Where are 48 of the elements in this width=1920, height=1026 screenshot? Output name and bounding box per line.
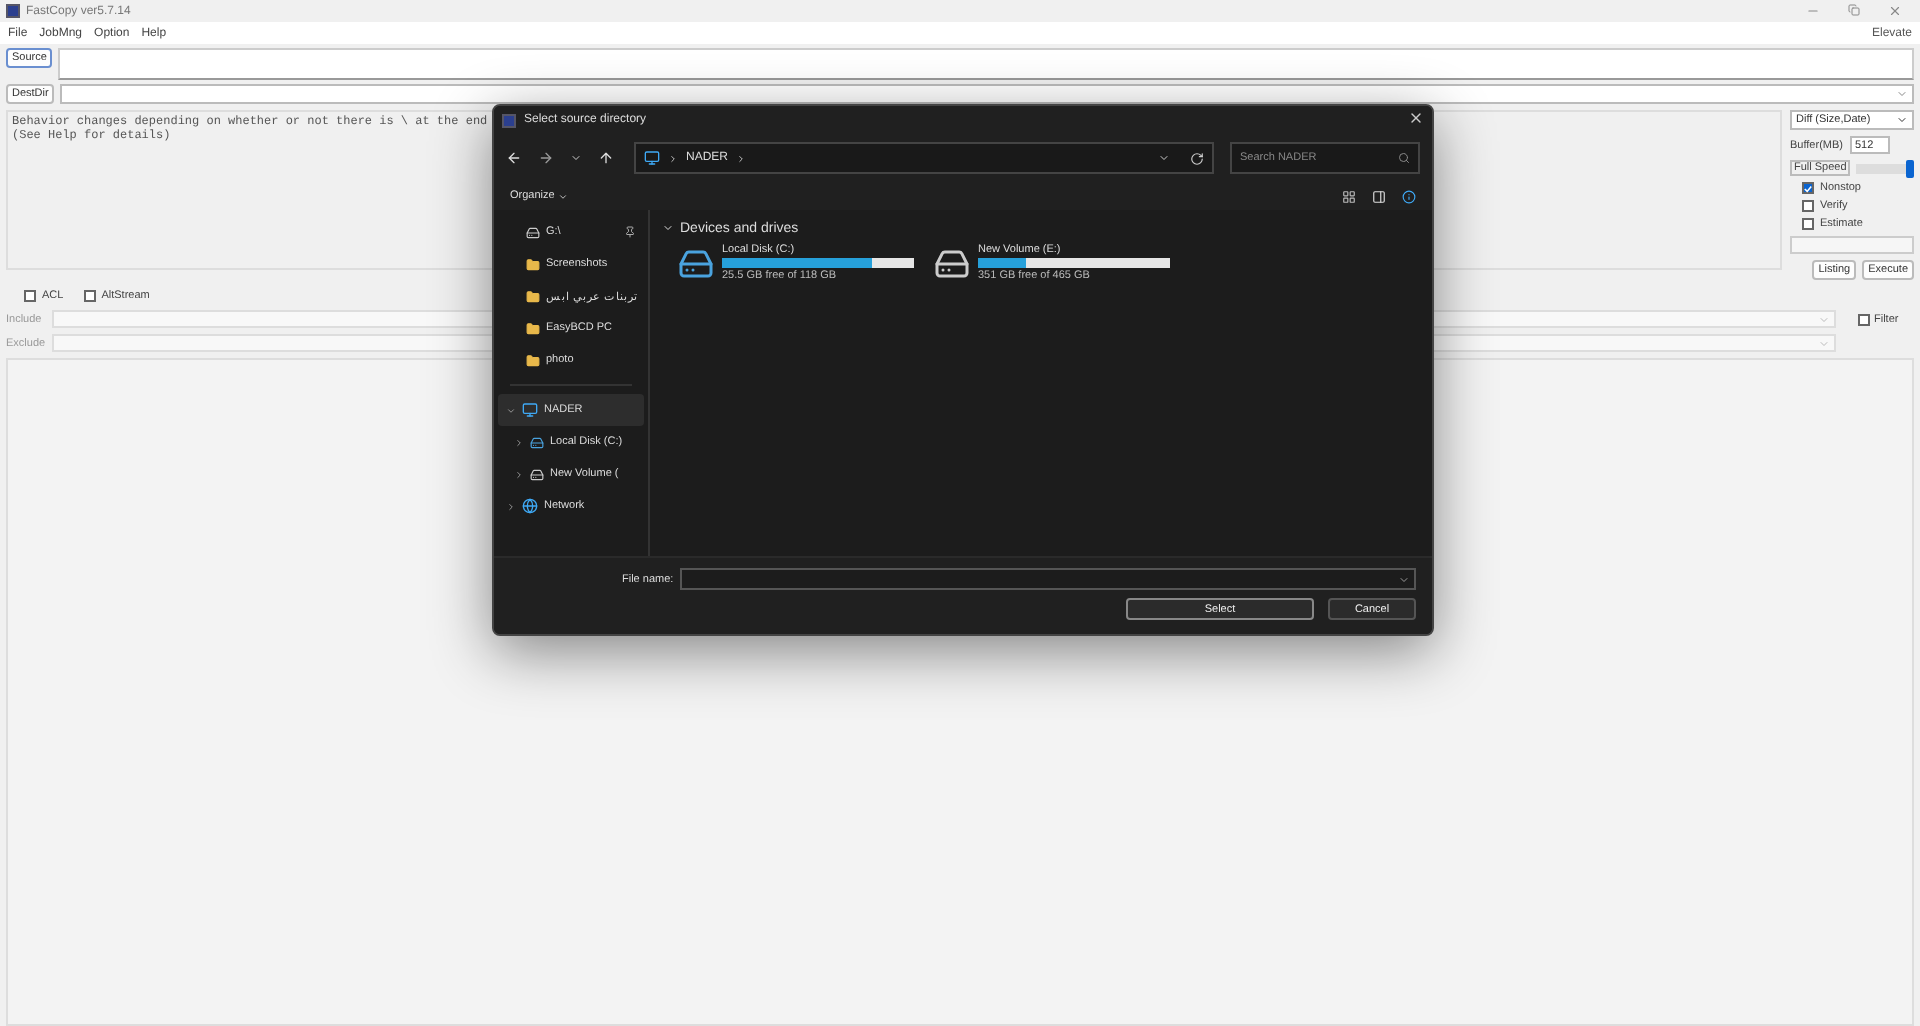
app-icon	[6, 4, 20, 18]
drive-icon	[530, 435, 544, 449]
folder-icon	[526, 257, 540, 271]
chevron-icon	[668, 153, 678, 163]
checkbox[interactable]	[24, 290, 36, 302]
drive-icon	[934, 245, 970, 281]
monitor-icon	[644, 150, 660, 166]
chevron-icon[interactable]	[514, 437, 524, 447]
caret-icon[interactable]	[558, 191, 569, 201]
checkmark-icon	[1804, 183, 1812, 193]
pane-icon[interactable]	[1372, 189, 1386, 203]
monitor-icon	[522, 402, 538, 418]
speed-slider[interactable]	[1856, 163, 1914, 173]
forward-arrow-icon[interactable]	[538, 150, 554, 166]
status-field	[1790, 236, 1914, 254]
view-icon[interactable]	[1342, 189, 1356, 203]
back-arrow-icon[interactable]	[506, 150, 522, 166]
info-icon[interactable]	[1402, 189, 1416, 203]
drive-icon	[678, 245, 714, 281]
chevron-icon[interactable]	[662, 222, 674, 234]
chevron-icon[interactable]	[570, 152, 582, 164]
drive-icon	[526, 225, 540, 239]
chevron-icon[interactable]	[506, 405, 516, 415]
filename-field[interactable]	[679, 568, 1416, 590]
destdir-field[interactable]	[60, 84, 1914, 104]
checkbox[interactable]	[1802, 200, 1814, 212]
chevron-icon	[736, 153, 747, 163]
app-icon	[502, 113, 516, 127]
pin-icon	[624, 226, 636, 238]
caret-icon[interactable]	[1896, 114, 1908, 126]
drive-icon	[530, 467, 544, 481]
chevron-icon[interactable]	[506, 501, 516, 511]
chevron-icon[interactable]	[514, 469, 524, 479]
checkbox[interactable]	[83, 290, 96, 302]
folder-icon	[526, 353, 540, 367]
chevron-icon[interactable]	[1158, 151, 1170, 163]
source-field[interactable]	[58, 48, 1914, 80]
caret-icon[interactable]	[1398, 573, 1410, 585]
checkbox[interactable]	[1802, 218, 1814, 230]
refresh-icon[interactable]	[1190, 151, 1204, 165]
checkbox[interactable]	[1858, 313, 1870, 325]
close-icon[interactable]	[1408, 110, 1424, 126]
folder-icon	[526, 321, 540, 335]
search-icon	[1398, 152, 1410, 164]
folder-icon	[526, 289, 540, 303]
globe-icon	[522, 498, 538, 514]
checkbox[interactable]	[1802, 182, 1814, 194]
up-arrow-icon[interactable]	[598, 150, 614, 166]
